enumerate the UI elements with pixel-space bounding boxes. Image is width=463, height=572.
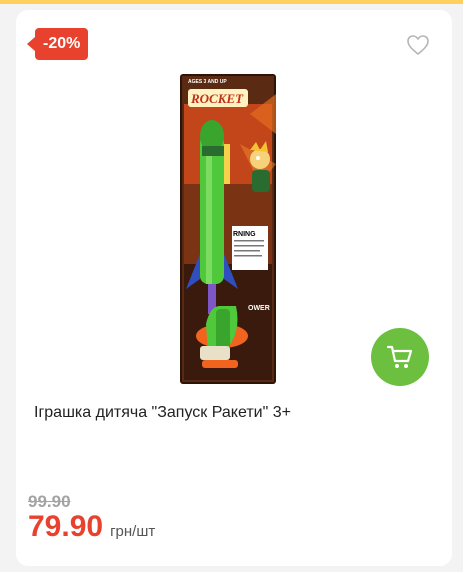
image-brand-text: ROCKET (190, 91, 244, 106)
image-age-text: AGES 3 AND UP (188, 79, 227, 85)
heart-icon (407, 35, 429, 55)
product-title[interactable]: Іграшка дитяча "Запуск Ракети" 3+ (34, 402, 434, 424)
current-price: 79.90 (28, 510, 104, 543)
price-row: 79.90 грн/шт (28, 510, 155, 544)
product-card[interactable]: -20% AGES 3 AND UP ROCKET RNING OWER Ігр… (16, 10, 452, 566)
product-image[interactable]: AGES 3 AND UP ROCKET RNING OWER (180, 74, 276, 384)
price-unit: грн/шт (110, 523, 156, 540)
image-warning-text: RNING (233, 231, 256, 238)
old-price: 99.90 (28, 492, 71, 511)
add-to-cart-button[interactable] (371, 328, 429, 386)
cart-icon (386, 345, 413, 368)
top-accent-line (0, 0, 463, 4)
image-power-text: OWER (248, 305, 270, 312)
favorite-button[interactable] (406, 34, 430, 56)
discount-badge: -20% (26, 28, 89, 60)
